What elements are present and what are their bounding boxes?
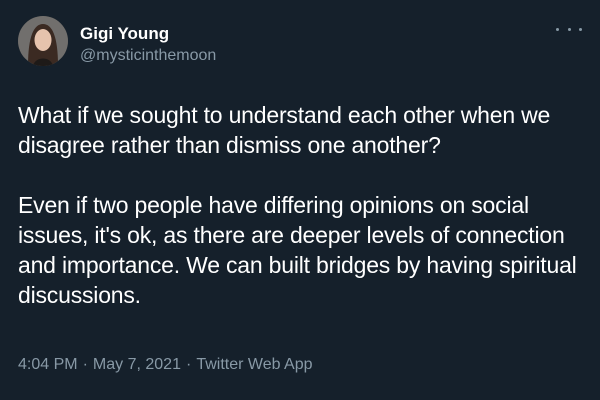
avatar[interactable] <box>18 16 68 66</box>
tweet-source[interactable]: Twitter Web App <box>196 356 312 373</box>
tweet-date[interactable]: May 7, 2021 <box>93 356 181 373</box>
meta-separator: · <box>82 356 88 373</box>
more-dot <box>556 27 559 31</box>
tweet-text: What if we sought to understand each oth… <box>18 100 582 310</box>
more-options-icon[interactable] <box>556 22 582 36</box>
more-dot <box>579 27 582 31</box>
display-name[interactable]: Gigi Young <box>80 23 216 44</box>
tweet-meta: 4:04 PM · May 7, 2021 · Twitter Web App <box>18 354 313 376</box>
more-dot <box>567 27 571 31</box>
avatar-image <box>18 16 68 66</box>
user-handle[interactable]: @mysticinthemoon <box>80 45 216 66</box>
tweet-time[interactable]: 4:04 PM <box>18 356 78 373</box>
tweet-card: Gigi Young @mysticinthemoon What if we s… <box>0 0 600 400</box>
tweet-paragraph-2: Even if two people have differing opinio… <box>18 192 577 308</box>
tweet-header: Gigi Young @mysticinthemoon <box>18 16 582 76</box>
tweet-paragraph-1: What if we sought to understand each oth… <box>18 102 551 158</box>
author-names: Gigi Young @mysticinthemoon <box>80 16 216 66</box>
meta-separator: · <box>185 356 192 373</box>
